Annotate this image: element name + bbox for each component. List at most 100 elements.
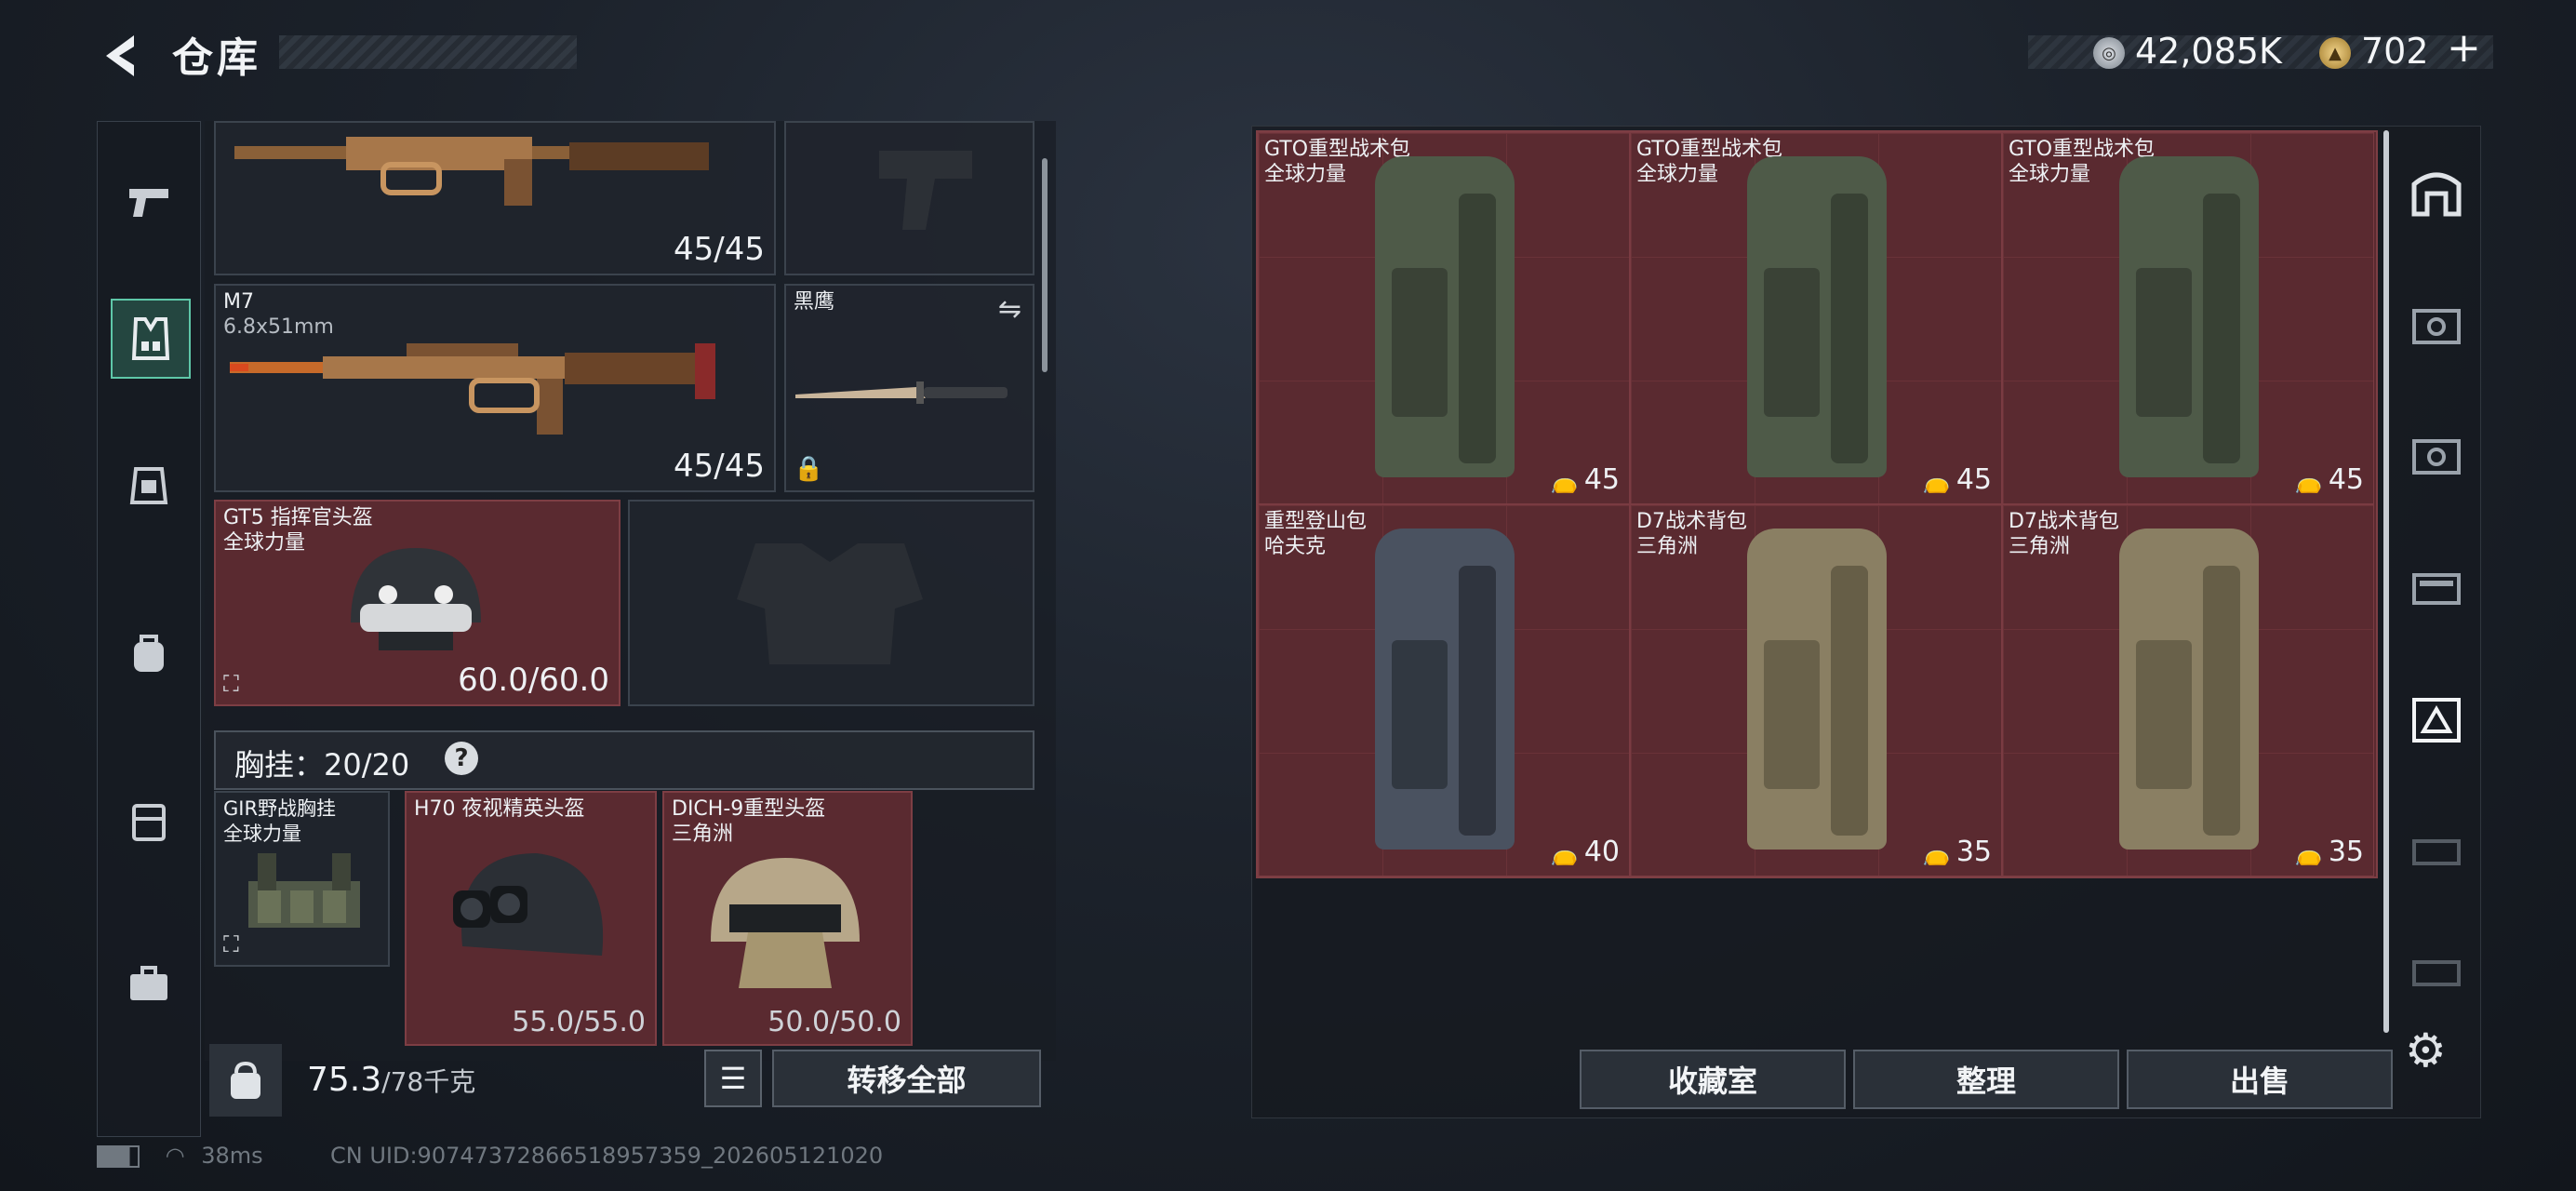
status-bar: ◠ 38ms <box>97 1143 263 1169</box>
item2-durability: 55.0/55.0 <box>512 1006 646 1038</box>
weight-value: 75.3 <box>307 1061 382 1099</box>
nav-vest[interactable] <box>111 299 191 379</box>
armor-slot[interactable] <box>628 500 1034 706</box>
storage-tabs <box>2396 140 2479 1070</box>
item2-name: H70 夜视精英头盔 <box>414 797 585 821</box>
help-icon[interactable]: ? <box>445 742 478 775</box>
tab-all[interactable] <box>2405 163 2468 226</box>
item-capacity: 35 <box>2328 836 2364 868</box>
silver-coin-icon: ◎ <box>2093 37 2125 69</box>
backpack-item[interactable]: GTO重型战术包 全球力量 👝 45 <box>1630 132 2002 504</box>
kettlebell-icon <box>231 1061 260 1099</box>
vest-item-source: 全球力量 <box>223 823 301 845</box>
pistol-slot[interactable] <box>784 121 1034 275</box>
storage-scrollbar[interactable] <box>2383 130 2389 1033</box>
item-source: 三角洲 <box>1636 535 1699 558</box>
nav-toolbox[interactable] <box>111 945 187 1022</box>
item-source: 哈夫克 <box>1264 535 1327 558</box>
nav-armor[interactable] <box>111 448 187 524</box>
gold-coin-icon: ▲ <box>2319 37 2351 69</box>
chest-rig-icon <box>248 853 360 928</box>
vest-label: 胸挂： <box>234 747 325 783</box>
item-capacity: 45 <box>2328 463 2364 496</box>
loadout-scrollbar[interactable] <box>1042 158 1048 372</box>
backpack-grid: GTO重型战术包 全球力量 👝 45 GTO重型战术包 全球力量 👝 45 GTO重型战… <box>1256 130 2378 878</box>
wifi-icon: ◠ <box>165 1143 185 1169</box>
vest-capacity: 20/20 <box>324 747 410 783</box>
back-button[interactable] <box>93 28 149 84</box>
tab-storage-4[interactable] <box>2405 293 2468 356</box>
storage-warning-icon <box>2412 698 2461 743</box>
backpack-item[interactable]: GTO重型战术包 全球力量 👝 45 <box>1258 132 1630 504</box>
nav-weapons[interactable] <box>111 164 187 240</box>
night-vision-helmet-item[interactable]: H70 夜视精英头盔 55.0/55.0 <box>405 791 657 1046</box>
tab-storage-5[interactable] <box>2405 423 2468 487</box>
secondary-ammo: 45/45 <box>674 448 765 485</box>
chest-rig-bar: 胸挂：20/20 ? <box>214 730 1034 790</box>
lock-icon: 🔒 <box>794 455 824 483</box>
backpack-icon <box>1375 529 1515 850</box>
heavy-helmet-icon <box>711 858 860 988</box>
item-name: 重型登山包 <box>1264 510 1368 533</box>
capacity-icon: 👝 <box>2294 840 2323 866</box>
transfer-all-button[interactable]: 转移全部 <box>772 1050 1041 1107</box>
item-source: 全球力量 <box>2009 163 2091 186</box>
item-source: 全球力量 <box>1264 163 1347 186</box>
capacity-icon: 👝 <box>1922 840 1951 866</box>
backpack-item[interactable]: 重型登山包 哈夫克 👝 40 <box>1258 504 1630 877</box>
toolbox-icon <box>130 966 167 1000</box>
safe-box-icon <box>2412 439 2461 475</box>
item-capacity: 35 <box>1955 836 1992 868</box>
backpack-icon <box>134 635 164 672</box>
case-icon <box>2412 573 2461 605</box>
heavy-helmet-item[interactable]: DICH-9重型头盔 三角洲 50.0/50.0 <box>662 791 913 1046</box>
sell-button[interactable]: 出售 <box>2127 1050 2393 1109</box>
backpack-item[interactable]: D7战术背包 三角洲 👝 35 <box>1630 504 2002 877</box>
chevron-left-icon <box>106 35 134 76</box>
tab-storage-4b[interactable] <box>2405 554 2468 617</box>
gate-icon <box>2411 172 2462 217</box>
vest-item-name: GIR野战胸挂 <box>223 797 337 820</box>
capacity-icon: 👝 <box>1550 840 1579 866</box>
backpack-icon <box>1747 156 1887 477</box>
item-capacity: 45 <box>1583 463 1620 496</box>
tab-storage-3-active[interactable] <box>2405 689 2468 752</box>
ping-value: 38ms <box>201 1143 263 1169</box>
broken-icon: ⛶ <box>223 671 239 697</box>
secondary-weapon-slot[interactable]: M7 6.8x51mm 45/45 <box>214 284 776 492</box>
item3-durability: 50.0/50.0 <box>767 1006 901 1038</box>
tab-storage-3[interactable] <box>2405 819 2468 882</box>
primary-weapon-slot[interactable]: 45/45 <box>214 121 776 275</box>
page-title: 仓库 <box>172 34 261 82</box>
swap-icon[interactable]: ⇋ <box>998 293 1021 326</box>
helmet-slot[interactable]: GT5 指挥官头盔 全球力量 ⛶ 60.0/60.0 <box>214 500 621 706</box>
add-currency-button[interactable]: + <box>2447 24 2481 72</box>
backpack-item[interactable]: GTO重型战术包 全球力量 👝 45 <box>2002 132 2374 504</box>
gear-icon[interactable]: ⚙ <box>2405 1024 2447 1077</box>
nav-storage[interactable] <box>111 783 187 859</box>
melee-slot[interactable]: 黑鹰 ⇋ 🔒 <box>784 284 1034 492</box>
weight-max: /78千克 <box>381 1066 476 1097</box>
list-view-button[interactable]: ☰ <box>704 1050 762 1107</box>
safe-box-icon <box>2412 309 2461 344</box>
pistol-silhouette-icon <box>879 151 972 230</box>
list-icon: ☰ <box>719 1061 747 1096</box>
sort-button[interactable]: 整理 <box>1853 1050 2119 1109</box>
weight-icon <box>209 1044 282 1117</box>
knife-icon <box>795 381 1008 404</box>
case-icon <box>2412 839 2461 865</box>
backpack-icon <box>2119 529 2259 850</box>
nav-backpack[interactable] <box>111 615 187 691</box>
chest-rig-slot[interactable]: GIR野战胸挂 全球力量 ⛶ <box>214 791 390 967</box>
left-category-nav <box>97 121 201 1137</box>
item-capacity: 40 <box>1583 836 1620 868</box>
capacity-icon: 👝 <box>1922 468 1951 494</box>
helmet-source: 全球力量 <box>223 531 306 555</box>
tab-storage-3b[interactable] <box>2405 940 2468 1003</box>
title-decoration <box>279 35 577 69</box>
user-uid: CN UID:9074737286651895735​9_20260512102… <box>330 1143 884 1169</box>
vest-icon <box>131 317 170 360</box>
backpack-item[interactable]: D7战术背包 三角洲 👝 35 <box>2002 504 2374 877</box>
collection-room-button[interactable]: 收藏室 <box>1580 1050 1846 1109</box>
case-icon <box>2412 960 2461 986</box>
